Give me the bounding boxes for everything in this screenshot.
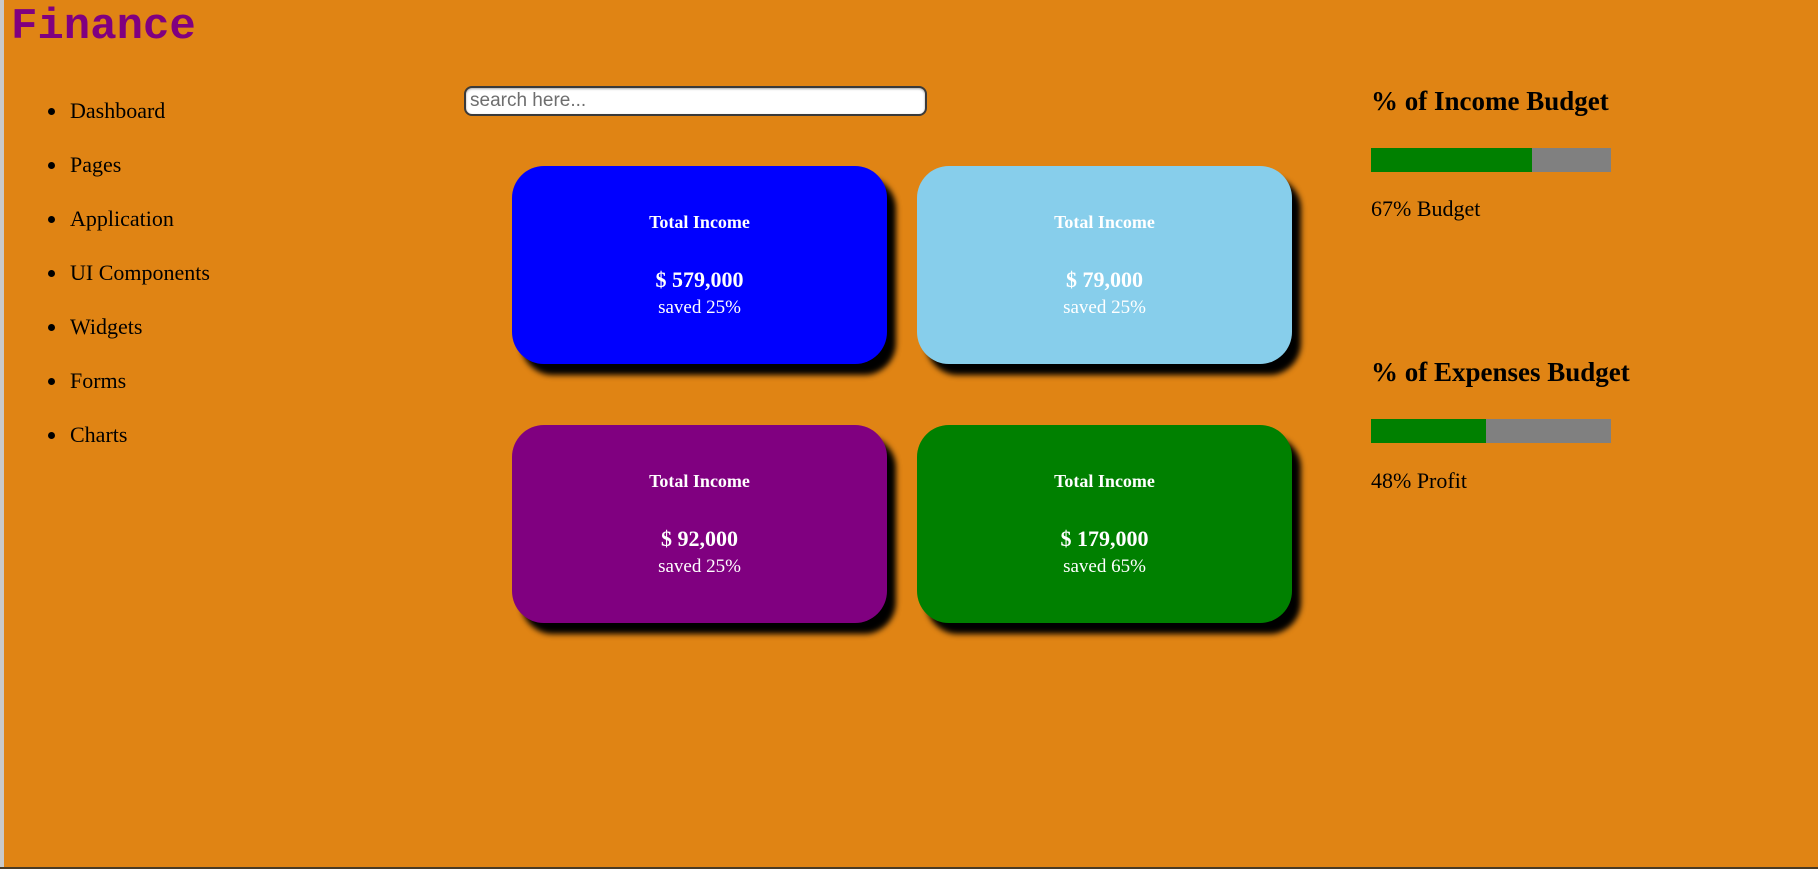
bullet-icon <box>48 324 55 331</box>
income-budget-heading: % of Income Budget <box>1371 86 1609 116</box>
search-box <box>464 86 927 116</box>
sidebar-item-widgets[interactable]: Widgets <box>4 314 210 368</box>
page: Finance Dashboard Pages Application UI C… <box>0 0 1818 869</box>
sidebar-item-label: Widgets <box>70 314 143 339</box>
sidebar-item-application[interactable]: Application <box>4 206 210 260</box>
sidebar-item-forms[interactable]: Forms <box>4 368 210 422</box>
app-title: Finance <box>11 2 196 52</box>
income-card-blue: Total Income $ 579,000 saved 25% <box>512 166 887 364</box>
card-title: Total Income <box>1054 471 1155 491</box>
card-saved-text: saved 25% <box>658 297 741 318</box>
income-card-light-blue: Total Income $ 79,000 saved 25% <box>917 166 1292 364</box>
income-budget-progress-fill <box>1371 148 1532 172</box>
income-budget-progress-bar <box>1371 148 1611 172</box>
bullet-icon <box>48 162 55 169</box>
sidebar-item-charts[interactable]: Charts <box>4 422 210 476</box>
bullet-icon <box>48 378 55 385</box>
sidebar-item-label: UI Components <box>70 260 210 285</box>
card-amount: $ 579,000 <box>655 267 744 292</box>
bullet-icon <box>48 270 55 277</box>
expenses-budget-heading: % of Expenses Budget <box>1371 357 1630 387</box>
sidebar-item-label: Pages <box>70 152 122 177</box>
card-saved-text: saved 25% <box>658 556 741 577</box>
card-amount: $ 79,000 <box>1066 267 1143 292</box>
bullet-icon <box>48 108 55 115</box>
sidebar-nav: Dashboard Pages Application UI Component… <box>4 98 210 476</box>
search-input[interactable] <box>470 90 921 112</box>
card-saved-text: saved 25% <box>1063 297 1146 318</box>
sidebar-item-pages[interactable]: Pages <box>4 152 210 206</box>
bullet-icon <box>48 432 55 439</box>
sidebar-item-label: Application <box>70 206 174 231</box>
sidebar-item-label: Forms <box>70 368 127 393</box>
card-title: Total Income <box>1054 212 1155 232</box>
card-amount: $ 92,000 <box>661 526 738 551</box>
sidebar-item-dashboard[interactable]: Dashboard <box>4 98 210 152</box>
expenses-budget-progress-bar <box>1371 419 1611 443</box>
card-title: Total Income <box>649 471 750 491</box>
card-title: Total Income <box>649 212 750 232</box>
expenses-budget-progress-fill <box>1371 419 1487 443</box>
income-card-purple: Total Income $ 92,000 saved 25% <box>512 425 887 623</box>
card-amount: $ 179,000 <box>1060 526 1149 551</box>
card-saved-text: saved 65% <box>1063 556 1146 577</box>
expenses-budget-label: 48% Profit <box>1371 468 1467 493</box>
income-card-green: Total Income $ 179,000 saved 65% <box>917 425 1292 623</box>
income-budget-label: 67% Budget <box>1371 196 1481 221</box>
sidebar-item-label: Charts <box>70 422 128 447</box>
bullet-icon <box>48 216 55 223</box>
sidebar-item-label: Dashboard <box>70 98 166 123</box>
sidebar-item-ui-components[interactable]: UI Components <box>4 260 210 314</box>
